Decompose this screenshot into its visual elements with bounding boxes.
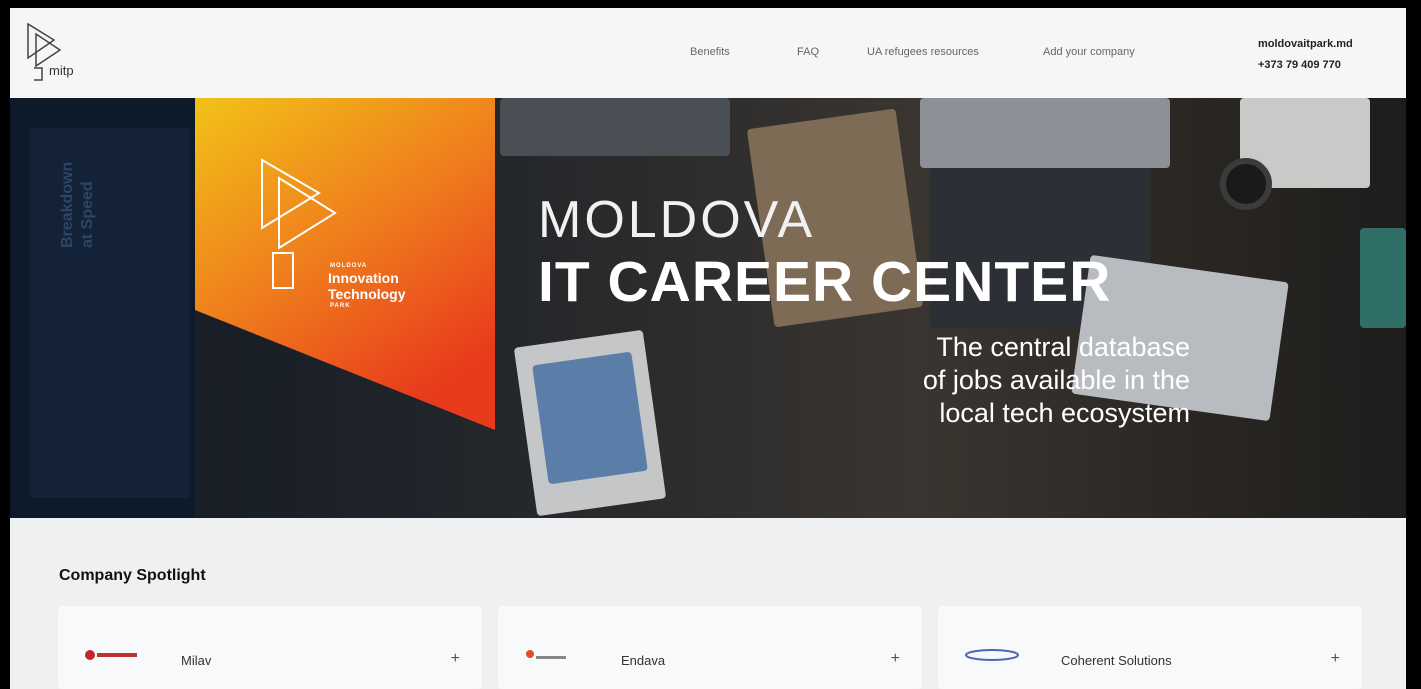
mitp-banner: MOLDOVA Innovation Technology PARK [195,98,495,430]
coherent-logo-icon [965,649,1019,661]
banner-park-label: PARK [330,303,351,309]
nav-benefits[interactable]: Benefits [690,46,730,58]
hero-bg-cup [1220,158,1272,210]
company-name: Coherent Solutions [1061,653,1172,668]
hero-title: MOLDOVA [538,191,816,249]
expand-plus-icon[interactable]: + [451,650,460,668]
hero-description: The central database of jobs available i… [922,332,1190,428]
company-card-coherent-solutions[interactable]: Coherent Solutions + [938,606,1362,689]
milav-logo-icon [85,650,137,660]
nav-faq[interactable]: FAQ [797,46,819,58]
company-name: Endava [621,653,666,668]
hero-bg-book [30,128,190,498]
expand-plus-icon[interactable]: + [891,650,900,668]
contact-info: moldovaitpark.md +373 79 409 770 [1258,34,1353,76]
logo-text: mitp [49,63,74,78]
contact-site-link[interactable]: moldovaitpark.md [1258,34,1353,55]
hero-subtitle: IT CAREER CENTER [538,250,1112,314]
nav-ua-refugees-resources[interactable]: UA refugees resources [867,46,979,58]
banner-moldova-label: MOLDOVA [330,263,368,269]
hero-bg-laptop-keyboard [920,98,1170,168]
hero-bg-keyboard [500,98,730,156]
hero-banner: Breakdown at Speed MOLDOVA Innovation Te… [10,98,1406,518]
company-spotlight-section: Company Spotlight Milav + Endava + Coher… [10,518,1406,689]
contact-phone[interactable]: +373 79 409 770 [1258,55,1353,76]
mitp-logo[interactable]: mitp [24,18,114,90]
company-name: Milav [181,653,212,668]
banner-name: Innovation Technology [328,270,406,302]
section-title: Company Spotlight [59,567,206,584]
endava-logo-icon [526,650,566,659]
nav-add-your-company[interactable]: Add your company [1043,46,1135,58]
company-card-endava[interactable]: Endava + [498,606,922,689]
expand-plus-icon[interactable]: + [1331,650,1340,668]
hero-bg-tablet-screen [532,351,648,485]
hero-bg-green-object [1360,228,1406,328]
company-card-milav[interactable]: Milav + [58,606,482,689]
site-header: mitp Benefits FAQ UA refugees resources … [10,8,1406,98]
hero-bg-text: Breakdown at Speed [59,161,96,248]
